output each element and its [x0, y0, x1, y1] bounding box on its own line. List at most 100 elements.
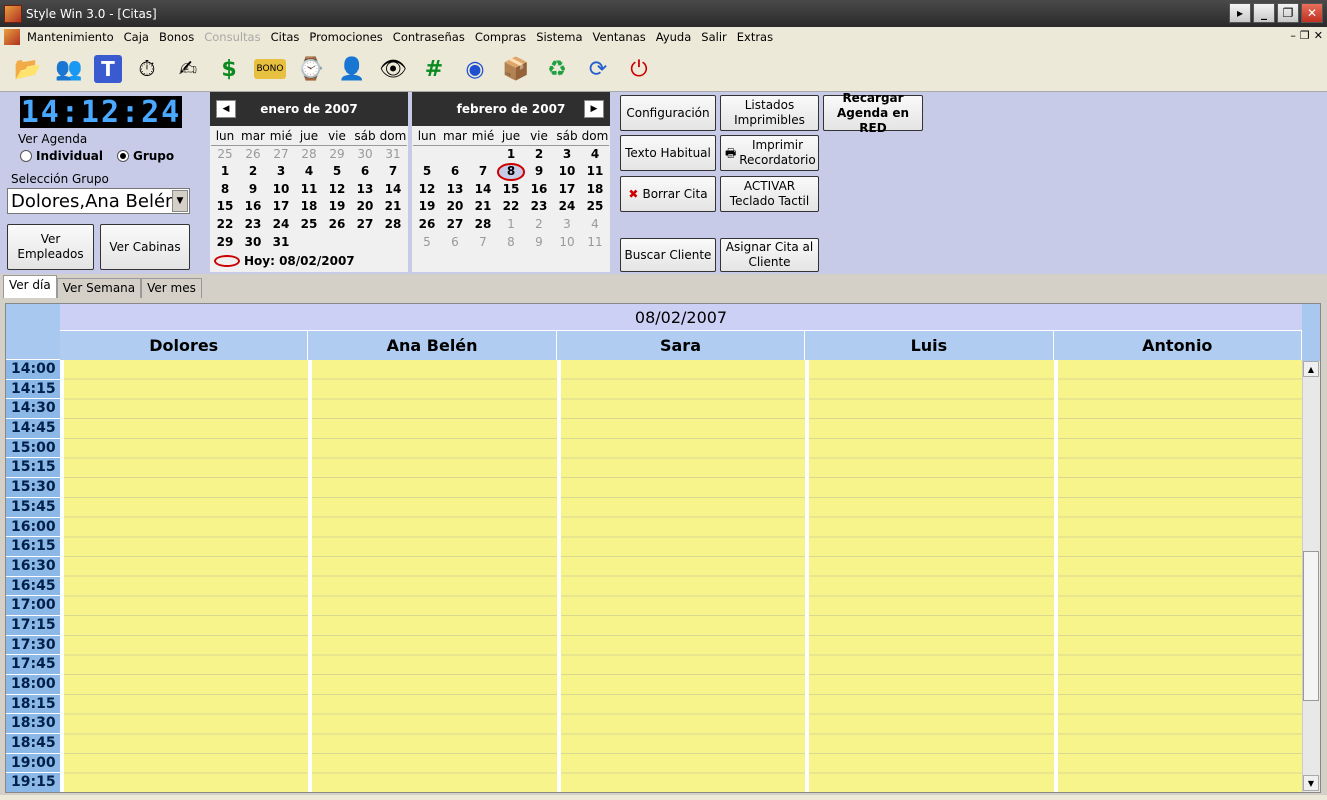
- calendar-day[interactable]: 26: [323, 216, 351, 234]
- users-icon[interactable]: 👥: [53, 53, 85, 85]
- employee-schedule-column[interactable]: [556, 360, 806, 792]
- folder-icon[interactable]: 📂: [12, 53, 44, 85]
- recargar-button[interactable]: Recargar Agenda en RED: [823, 91, 923, 135]
- menu-item[interactable]: Caja: [119, 30, 154, 44]
- mdi-minimize-button[interactable]: –: [1290, 29, 1296, 42]
- calendar-day[interactable]: 6: [441, 234, 469, 252]
- ver-cabinas-button[interactable]: Ver Cabinas: [100, 224, 190, 270]
- calendar-day[interactable]: 27: [351, 216, 379, 234]
- prev-month-button[interactable]: ◀: [216, 100, 236, 118]
- calendar-day[interactable]: 17: [267, 198, 295, 216]
- calendar-day[interactable]: 7: [469, 234, 497, 252]
- recycle-icon[interactable]: ♻: [541, 53, 573, 85]
- calendar-day[interactable]: 12: [413, 181, 441, 199]
- calendar-day[interactable]: 21: [379, 198, 407, 216]
- calendar-day[interactable]: 5: [413, 163, 441, 181]
- calendar-day[interactable]: 12: [323, 181, 351, 199]
- calendar-day[interactable]: 26: [239, 146, 267, 164]
- calendar-day[interactable]: 25: [581, 198, 609, 216]
- calendar-day[interactable]: 28: [295, 146, 323, 164]
- tab-ver-dia[interactable]: Ver día: [3, 275, 57, 298]
- next-month-button[interactable]: ▶: [584, 100, 604, 118]
- employee-header[interactable]: Sara: [556, 331, 806, 360]
- calendar-day[interactable]: 15: [497, 181, 525, 199]
- menu-item[interactable]: Compras: [470, 30, 531, 44]
- calendar-day[interactable]: 6: [441, 163, 469, 181]
- calendar-day[interactable]: 24: [267, 216, 295, 234]
- calendar-day[interactable]: 9: [525, 163, 553, 181]
- calendar-day[interactable]: 4: [581, 146, 609, 164]
- calendar-day[interactable]: 30: [351, 146, 379, 164]
- activar-teclado-button[interactable]: ACTIVAR Teclado Tactil: [720, 176, 819, 212]
- asignar-cita-button[interactable]: Asignar Cita al Cliente: [720, 238, 819, 272]
- clock-icon[interactable]: ⏱: [131, 53, 163, 85]
- mdi-close-button[interactable]: ✕: [1314, 29, 1323, 42]
- grid-icon[interactable]: #: [418, 53, 450, 85]
- calendar-day[interactable]: 3: [267, 163, 295, 181]
- employee-header[interactable]: Ana Belén: [308, 331, 557, 360]
- calendar-day[interactable]: 23: [525, 198, 553, 216]
- money-icon[interactable]: $: [213, 53, 245, 85]
- buscar-cliente-button[interactable]: Buscar Cliente: [620, 238, 716, 272]
- calendar-day[interactable]: 11: [581, 234, 609, 252]
- menu-item[interactable]: Contraseñas: [388, 30, 470, 44]
- calendar-day[interactable]: 1: [497, 146, 525, 164]
- calendar-day[interactable]: 16: [525, 181, 553, 199]
- calendar-day[interactable]: 22: [211, 216, 239, 234]
- calendar-day[interactable]: 18: [295, 198, 323, 216]
- employee-schedule-column[interactable]: [60, 360, 309, 792]
- power-icon[interactable]: ⏻: [623, 53, 655, 85]
- close-button[interactable]: ✕: [1301, 3, 1323, 23]
- menu-item[interactable]: Sistema: [531, 30, 587, 44]
- radio-grupo[interactable]: Grupo: [117, 149, 174, 163]
- eye-icon[interactable]: 👁: [377, 53, 409, 85]
- employee-schedule-column[interactable]: [1053, 360, 1302, 792]
- calendar-day[interactable]: 11: [581, 163, 609, 181]
- listados-button[interactable]: Listados Imprimibles: [720, 95, 819, 131]
- calendar-day[interactable]: 17: [553, 181, 581, 199]
- calendar-day[interactable]: 30: [239, 234, 267, 252]
- menu-item[interactable]: Ayuda: [651, 30, 697, 44]
- portrait-icon[interactable]: 👤: [336, 53, 368, 85]
- imprimir-button[interactable]: 🖶 Imprimir Recordatorio: [720, 135, 819, 171]
- calendar-day[interactable]: 21: [469, 198, 497, 216]
- calendar-day[interactable]: 25: [295, 216, 323, 234]
- calendar-day[interactable]: 18: [581, 181, 609, 199]
- calendar-day[interactable]: 27: [441, 216, 469, 234]
- texto-habitual-button[interactable]: Texto Habitual: [620, 135, 716, 171]
- configuracion-button[interactable]: Configuración: [620, 95, 716, 131]
- calendar-day[interactable]: 15: [211, 198, 239, 216]
- menu-item[interactable]: Promociones: [304, 30, 387, 44]
- calendar-day[interactable]: 20: [441, 198, 469, 216]
- calendar-day[interactable]: 23: [239, 216, 267, 234]
- calendar-day[interactable]: 13: [441, 181, 469, 199]
- refresh-icon[interactable]: ⟳: [582, 53, 614, 85]
- calendar-day[interactable]: 4: [295, 163, 323, 181]
- calendar-day[interactable]: 20: [351, 198, 379, 216]
- scroll-down-icon[interactable]: ▼: [1303, 775, 1319, 791]
- ver-empleados-button[interactable]: Ver Empleados: [7, 224, 94, 270]
- calendar-day[interactable]: 10: [267, 181, 295, 199]
- menu-item[interactable]: Ventanas: [588, 30, 651, 44]
- calendar-day[interactable]: 2: [525, 146, 553, 164]
- employee-header[interactable]: Luis: [805, 331, 1054, 360]
- chevron-down-icon[interactable]: ▼: [172, 190, 188, 212]
- employee-header[interactable]: Antonio: [1053, 331, 1302, 360]
- calendar-day[interactable]: 7: [469, 163, 497, 181]
- calendar-day[interactable]: 28: [469, 216, 497, 234]
- group-select[interactable]: Dolores,Ana Belén ▼: [7, 188, 190, 214]
- scrollbar-thumb[interactable]: [1303, 551, 1319, 701]
- calendar-day[interactable]: 26: [413, 216, 441, 234]
- menu-item[interactable]: Bonos: [154, 30, 199, 44]
- calendar-day[interactable]: 27: [267, 146, 295, 164]
- calendar-day[interactable]: 29: [323, 146, 351, 164]
- today-link[interactable]: Hoy: 08/02/2007: [214, 254, 355, 268]
- calendar-day[interactable]: 2: [525, 216, 553, 234]
- calendar-day[interactable]: 5: [323, 163, 351, 181]
- radio-individual[interactable]: Individual: [20, 149, 103, 163]
- tab-ver-mes[interactable]: Ver mes: [141, 278, 202, 298]
- calendar-day[interactable]: 19: [413, 198, 441, 216]
- tab-ver-semana[interactable]: Ver Semana: [56, 278, 142, 298]
- calendar-day[interactable]: 1: [211, 163, 239, 181]
- calendar-day[interactable]: 10: [553, 163, 581, 181]
